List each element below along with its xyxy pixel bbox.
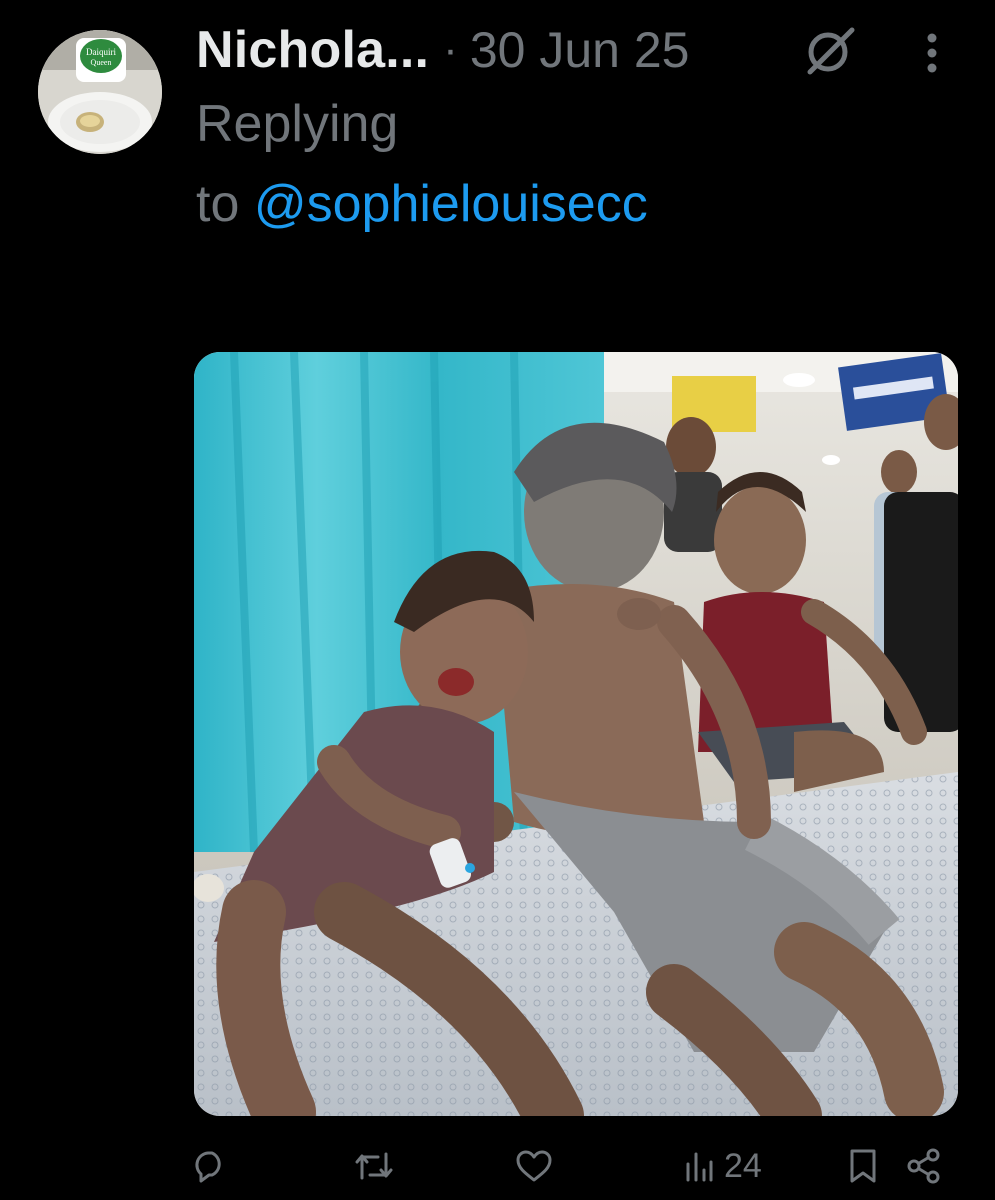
reply-to-handle-link[interactable]: @sophielouisecc (254, 175, 648, 233)
meta-separator: · (443, 25, 458, 74)
reply-icon (195, 1151, 221, 1183)
retweet-icon (355, 1152, 393, 1180)
author-avatar[interactable]: Daiquiri Queen (38, 30, 162, 154)
svg-text:Queen: Queen (91, 58, 112, 67)
photo-illustration (194, 352, 958, 1116)
like-button[interactable] (515, 1144, 553, 1188)
share-button[interactable] (906, 1144, 942, 1188)
author-display-name[interactable]: Nichola... (196, 20, 429, 80)
tweet-timestamp[interactable]: 30 Jun 25 (470, 21, 690, 79)
tweet-photo[interactable] (194, 352, 958, 1116)
avatar-image: Daiquiri Queen (38, 30, 162, 154)
svg-text:Daiquiri: Daiquiri (86, 47, 116, 57)
views-button[interactable]: 24 (684, 1144, 762, 1188)
replying-to-line: to @sophielouisecc (196, 174, 648, 234)
tweet-header: Nichola... · 30 Jun 25 (196, 18, 689, 82)
share-icon (907, 1148, 940, 1184)
views-icon (686, 1152, 713, 1182)
more-options-icon[interactable] (914, 28, 950, 78)
tweet-action-bar: 24 (0, 1136, 995, 1196)
bookmark-icon (850, 1149, 876, 1183)
retweet-button[interactable] (354, 1144, 394, 1188)
reply-button[interactable] (192, 1144, 228, 1188)
bookmark-button[interactable] (848, 1144, 878, 1188)
replying-label: Replying (196, 95, 399, 153)
views-count: 24 (724, 1146, 762, 1185)
grok-icon[interactable] (800, 22, 860, 78)
replying-to-prefix: to (196, 175, 254, 233)
like-icon (516, 1150, 552, 1182)
